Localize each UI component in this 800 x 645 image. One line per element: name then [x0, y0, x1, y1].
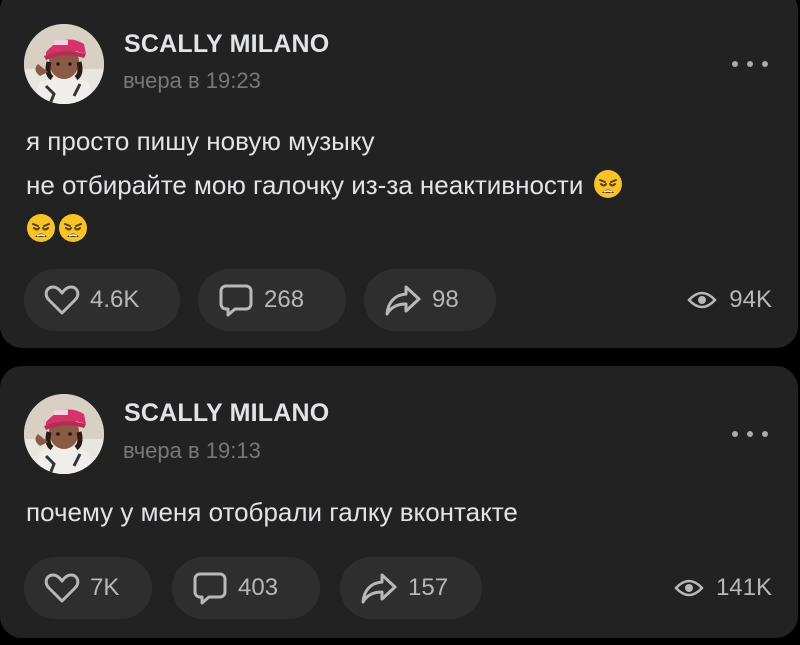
views-count: 94K — [729, 286, 772, 313]
comment-count: 268 — [264, 286, 305, 313]
share-icon — [385, 285, 421, 316]
feed: SCALLY MILANO вчера в 19:23 я просто пиш… — [0, 0, 800, 645]
post-time[interactable]: вчера в 19:23 — [123, 68, 261, 94]
post-text-line — [26, 207, 768, 251]
share-count: 98 — [432, 286, 459, 313]
comment-button[interactable]: 268 — [198, 269, 346, 331]
more-dots-icon[interactable] — [732, 424, 768, 444]
like-count: 4.6K — [90, 286, 140, 313]
post: SCALLY MILANO вчера в 19:23 я просто пиш… — [0, 0, 798, 348]
like-button[interactable]: 4.6K — [24, 269, 180, 331]
eye-icon — [687, 291, 718, 309]
post-text: я просто пишу новую музыку не отбирайте … — [26, 119, 768, 251]
comment-icon — [193, 572, 227, 605]
avatar[interactable] — [24, 394, 104, 474]
weary-face-emoji-icon — [58, 213, 88, 243]
more-dots-icon[interactable] — [732, 54, 768, 74]
post-text-line: я просто пишу новую музыку — [26, 126, 375, 156]
post-time[interactable]: вчера в 19:13 — [123, 438, 261, 464]
author-name[interactable]: SCALLY MILANO — [124, 30, 329, 59]
weary-face-emoji-icon — [26, 213, 56, 243]
share-count: 157 — [408, 574, 449, 601]
comment-button[interactable]: 403 — [172, 557, 320, 619]
author-name[interactable]: SCALLY MILANO — [124, 399, 329, 428]
post-text-line: не отбирайте мою галочку из-за неактивно… — [26, 163, 768, 207]
share-button[interactable]: 98 — [364, 269, 496, 331]
comment-count: 403 — [238, 574, 279, 601]
eye-icon — [674, 579, 704, 597]
post-text: почему у меня отобрали галку вконтакте — [26, 490, 768, 534]
avatar[interactable] — [24, 24, 104, 104]
post-text-line-content: не отбирайте мою галочку из-за неактивно… — [26, 170, 584, 200]
views-counter: 141K — [674, 574, 772, 602]
share-button[interactable]: 157 — [340, 557, 482, 619]
views-count: 141K — [715, 574, 772, 601]
heart-icon — [44, 285, 80, 315]
like-count: 7K — [90, 574, 120, 601]
heart-icon — [44, 573, 80, 603]
post: SCALLY MILANO вчера в 19:13 почему у мен… — [0, 366, 798, 638]
like-button[interactable]: 7K — [24, 557, 152, 619]
weary-face-emoji-icon — [593, 169, 623, 199]
views-counter: 94K — [687, 286, 772, 314]
share-icon — [361, 573, 397, 604]
comment-icon — [219, 284, 253, 317]
post-text-line: почему у меня отобрали галку вконтакте — [26, 497, 518, 527]
